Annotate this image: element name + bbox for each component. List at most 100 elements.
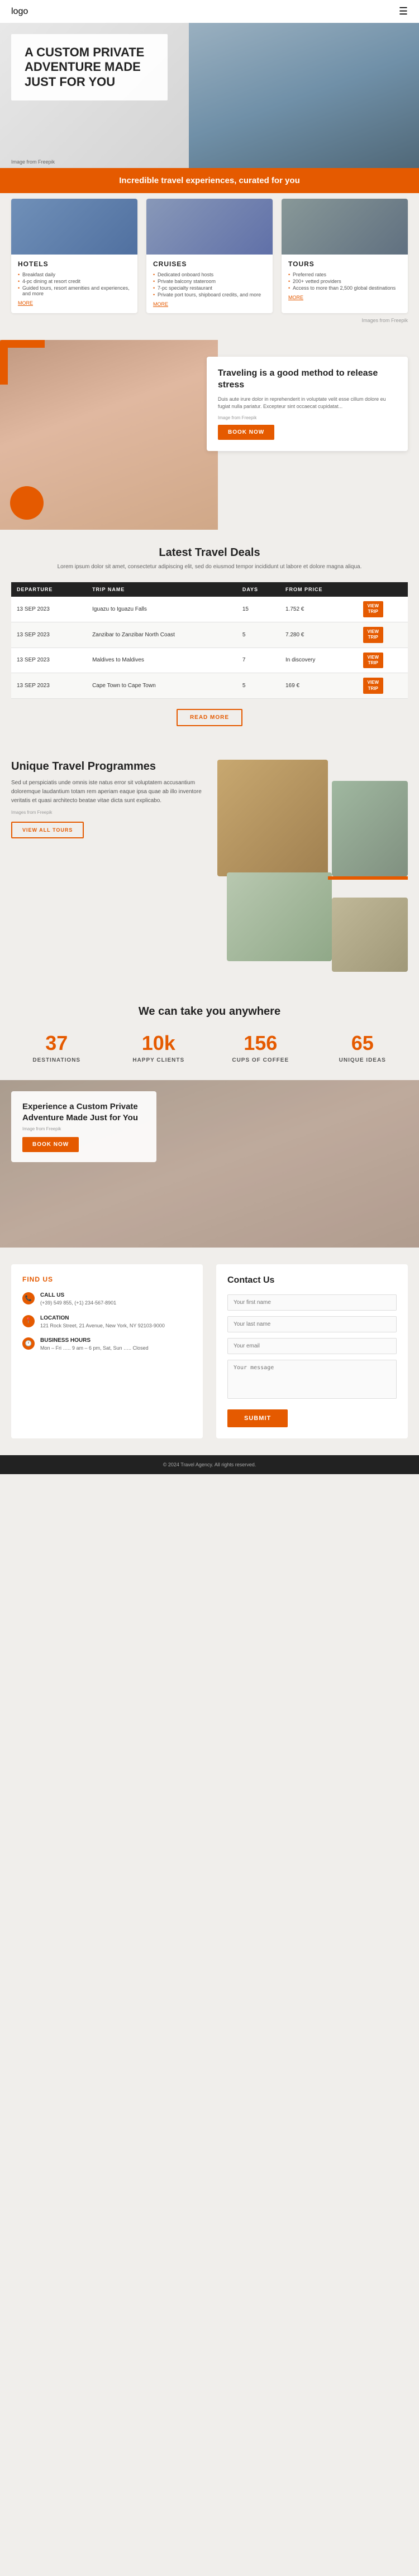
view-all-tours-button[interactable]: VIEW ALL TOURS bbox=[11, 822, 84, 838]
phone-icon: 📞 bbox=[22, 1292, 35, 1304]
cruises-feature-2: Private balcony stateroom bbox=[153, 278, 266, 285]
view-trip-btn-1[interactable]: VIEWTRIP bbox=[363, 601, 383, 617]
experience-book-now-button[interactable]: BOOK NOW bbox=[22, 1137, 79, 1152]
read-more-button[interactable]: READ MORE bbox=[177, 709, 242, 726]
row2-days: 5 bbox=[237, 622, 280, 647]
stats-grid: 37 DESTINATIONS 10k HAPPY CLIENTS 156 CU… bbox=[11, 1032, 408, 1063]
table-row: 13 SEP 2023 Zanzibar to Zanzibar North C… bbox=[11, 622, 408, 647]
stat-coffee: 156 CUPS OF COFFEE bbox=[215, 1032, 306, 1063]
row4-departure: 13 SEP 2023 bbox=[11, 673, 87, 699]
menu-icon[interactable]: ☰ bbox=[399, 6, 408, 17]
stat-ideas-label: UNIQUE IDEAS bbox=[317, 1057, 408, 1063]
latest-deals-section: Latest Travel Deals Lorem ipsum dolor si… bbox=[0, 530, 419, 743]
call-us-label: CALL US bbox=[40, 1292, 116, 1298]
stat-destinations-num: 37 bbox=[11, 1032, 102, 1055]
contact-call-info: CALL US (+39) 549 855, (+1) 234-567-8901 bbox=[40, 1292, 116, 1307]
hotels-feature-1: Breakfast daily bbox=[18, 271, 131, 278]
service-card-tours: TOURS Preferred rates 200+ vetted provid… bbox=[282, 199, 408, 313]
table-row: 13 SEP 2023 Cape Town to Cape Town 5 169… bbox=[11, 673, 408, 699]
clock-icon: 🕐 bbox=[22, 1337, 35, 1350]
row3-trip: Maldives to Maldives bbox=[87, 647, 237, 673]
stat-coffee-num: 156 bbox=[215, 1032, 306, 1055]
first-name-input[interactable] bbox=[227, 1294, 397, 1311]
experience-card: Experience a Custom Private Adventure Ma… bbox=[11, 1091, 156, 1162]
row4-trip: Cape Town to Cape Town bbox=[87, 673, 237, 699]
tours-more-link[interactable]: MORE bbox=[288, 295, 303, 300]
deals-table: DEPARTURE TRIP NAME DAYS FROM PRICE 13 S… bbox=[11, 582, 408, 699]
deals-header-row: DEPARTURE TRIP NAME DAYS FROM PRICE bbox=[11, 582, 408, 597]
hotels-feature-3: Guided tours, resort amenities and exper… bbox=[18, 285, 131, 297]
cruises-feature-1: Dedicated onboard hosts bbox=[153, 271, 266, 278]
row4-price: 169 € bbox=[280, 673, 358, 699]
view-trip-btn-4[interactable]: VIEWTRIP bbox=[363, 678, 383, 694]
unique-programmes-section: Unique Travel Programmes Sed ut perspici… bbox=[0, 743, 419, 989]
col-action bbox=[358, 582, 408, 597]
row1-departure: 13 SEP 2023 bbox=[11, 597, 87, 622]
row1-action[interactable]: VIEWTRIP bbox=[358, 597, 408, 622]
tours-feature-2: 200+ vetted providers bbox=[288, 278, 401, 285]
row3-departure: 13 SEP 2023 bbox=[11, 647, 87, 673]
row4-days: 5 bbox=[237, 673, 280, 699]
cruises-feature-3: 7-pc specialty restaurant bbox=[153, 285, 266, 291]
stats-title: We can take you anywhere bbox=[11, 1005, 408, 1018]
cruises-feature-4: Private port tours, shipboard credits, a… bbox=[153, 291, 266, 298]
hotels-features: Breakfast daily 4-pc dining at resort cr… bbox=[18, 271, 131, 297]
cruises-more-link[interactable]: MORE bbox=[153, 301, 168, 307]
stat-ideas: 65 UNIQUE IDEAS bbox=[317, 1032, 408, 1063]
col-departure: DEPARTURE bbox=[11, 582, 87, 597]
table-row: 13 SEP 2023 Maldives to Maldives 7 In di… bbox=[11, 647, 408, 673]
stat-coffee-label: CUPS OF COFFEE bbox=[215, 1057, 306, 1063]
message-field-container bbox=[227, 1360, 397, 1402]
experience-image-credit: Image from Freepik bbox=[22, 1126, 145, 1131]
stat-destinations: 37 DESTINATIONS bbox=[11, 1032, 102, 1063]
deals-subtitle: Lorem ipsum dolor sit amet, consectetur … bbox=[11, 563, 408, 571]
tours-image bbox=[282, 199, 408, 255]
cruises-features: Dedicated onboard hosts Private balcony … bbox=[153, 271, 266, 298]
cruises-title: CRUISES bbox=[153, 260, 266, 268]
unique-programmes-left: Unique Travel Programmes Sed ut perspici… bbox=[11, 760, 202, 838]
orange-circle-decoration bbox=[10, 486, 44, 520]
programme-image-3 bbox=[227, 872, 331, 962]
hours-label: BUSINESS HOURS bbox=[40, 1337, 149, 1344]
deals-table-body: 13 SEP 2023 Iguazu to Iguazu Falls 15 1.… bbox=[11, 597, 408, 699]
last-name-field-container bbox=[227, 1316, 397, 1332]
stat-clients-num: 10k bbox=[113, 1032, 204, 1055]
contact-section: FIND US 📞 CALL US (+39) 549 855, (+1) 23… bbox=[0, 1248, 419, 1455]
hours-value: Mon – Fri ….. 9 am – 6 pm, Sat, Sun ….. … bbox=[40, 1345, 149, 1352]
stat-clients-label: HAPPY CLIENTS bbox=[113, 1057, 204, 1063]
tours-title: TOURS bbox=[288, 260, 401, 268]
service-card-cruises: CRUISES Dedicated onboard hosts Private … bbox=[146, 199, 273, 313]
view-trip-btn-3[interactable]: VIEWTRIP bbox=[363, 653, 383, 669]
email-input[interactable] bbox=[227, 1338, 397, 1354]
contact-grid: FIND US 📞 CALL US (+39) 549 855, (+1) 23… bbox=[11, 1264, 408, 1438]
row3-action[interactable]: VIEWTRIP bbox=[358, 647, 408, 673]
message-textarea[interactable] bbox=[227, 1360, 397, 1399]
hero-text-box: A CUSTOM PRIVATE ADVENTURE MADE JUST FOR… bbox=[11, 34, 168, 100]
row3-price: In discovery bbox=[280, 647, 358, 673]
tours-feature-1: Preferred rates bbox=[288, 271, 401, 278]
orange-corner-tl bbox=[0, 340, 45, 385]
first-name-field-container bbox=[227, 1294, 397, 1311]
row4-action[interactable]: VIEWTRIP bbox=[358, 673, 408, 699]
book-now-button[interactable]: BOOK NOW bbox=[218, 425, 274, 440]
hero-people-image bbox=[189, 23, 419, 168]
footer-text: © 2024 Travel Agency. All rights reserve… bbox=[163, 1462, 256, 1467]
stats-section: We can take you anywhere 37 DESTINATIONS… bbox=[0, 989, 419, 1080]
stress-title: Traveling is a good method to release st… bbox=[218, 368, 397, 391]
contact-location-item: 📍 LOCATION 121 Rock Street, 21 Avenue, N… bbox=[22, 1315, 192, 1330]
submit-button[interactable]: SUBMIT bbox=[227, 1409, 288, 1427]
tours-body: TOURS Preferred rates 200+ vetted provid… bbox=[282, 255, 408, 306]
view-trip-btn-2[interactable]: VIEWTRIP bbox=[363, 627, 383, 643]
hotels-body: HOTELS Breakfast daily 4-pc dining at re… bbox=[11, 255, 137, 312]
hotels-more-link[interactable]: MORE bbox=[18, 300, 33, 306]
stress-image-credit: Image from Freepik bbox=[218, 415, 397, 420]
hotels-image bbox=[11, 199, 137, 255]
tours-feature-3: Access to more than 2,500 global destina… bbox=[288, 285, 401, 291]
programme-image-2 bbox=[332, 781, 408, 876]
location-label: LOCATION bbox=[40, 1315, 165, 1321]
row2-action[interactable]: VIEWTRIP bbox=[358, 622, 408, 647]
unique-image-credit: Images from Freepik bbox=[11, 810, 202, 815]
contact-hours-item: 🕐 BUSINESS HOURS Mon – Fri ….. 9 am – 6 … bbox=[22, 1337, 192, 1352]
unique-programmes-right bbox=[217, 760, 408, 972]
last-name-input[interactable] bbox=[227, 1316, 397, 1332]
